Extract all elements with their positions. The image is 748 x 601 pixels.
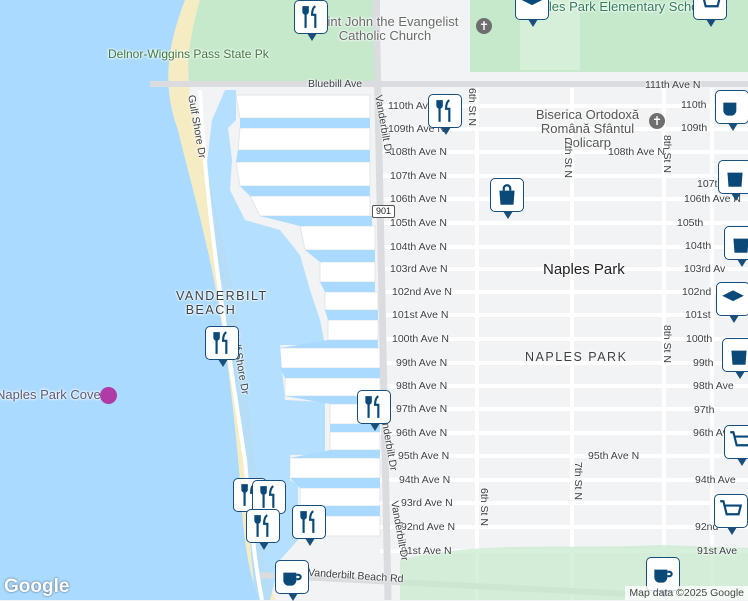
99th-label-east: 99th [693, 357, 714, 369]
restaurant-icon [365, 395, 380, 418]
restaurant-icon [254, 514, 269, 537]
restaurant-icon [436, 99, 451, 122]
110th-label-east: 110th [681, 99, 707, 111]
school-icon [521, 0, 543, 6]
93rd-label: 93rd Ave N [401, 497, 453, 509]
shopping-cart-pin-east[interactable] [724, 425, 748, 466]
104th-label-east: 104th [685, 240, 712, 252]
route-shield: 901 [372, 205, 396, 218]
shopping-cart-pin[interactable] [693, 0, 727, 27]
restaurant-pin-cluster-4[interactable] [246, 509, 280, 550]
school-pin[interactable] [515, 0, 549, 27]
shopping-bag-pin-east[interactable] [718, 160, 748, 201]
restaurant-pin-cluster-3[interactable] [292, 505, 326, 546]
105th-label-east: 105th [677, 217, 704, 229]
96th-label: 96th Ave N [396, 427, 448, 439]
google-logo: Google [4, 576, 70, 597]
school-icon [722, 290, 744, 302]
shopping-bag-icon [733, 238, 748, 253]
shopping-cart-pin-east-2[interactable] [714, 494, 748, 535]
coffee-icon [654, 569, 673, 583]
92nd-label: 92nd Ave N [401, 521, 456, 533]
restaurant-icon [300, 510, 315, 533]
shopping-bag-pin-east-3[interactable] [722, 338, 748, 379]
church-icon: ✝ [476, 18, 492, 34]
99th-label: 99th Ave N [396, 357, 448, 369]
restaurant-pin[interactable] [294, 0, 328, 41]
108th-label: 108th Ave N [390, 146, 448, 158]
shopping-bag-pin-east-2[interactable] [724, 226, 748, 267]
6th-st-label: 6th St N [466, 88, 478, 126]
91st-label-east: 91st Ave [697, 545, 738, 557]
cove-icon [100, 387, 117, 404]
shopping-cart-icon [730, 431, 748, 447]
restaurant-icon [302, 5, 317, 28]
111th-label: 111th Ave N [645, 79, 701, 91]
98th-label-east: 98th Ave [693, 380, 734, 392]
102nd-label: 102nd Ave N [392, 286, 452, 298]
shopping-bag-icon [499, 184, 515, 205]
108th-label-2: 108th Ave N [608, 146, 666, 158]
shopping-bag-icon [727, 172, 743, 187]
97th-label-east: 97th [694, 404, 715, 416]
naples-park-label: Naples Park [543, 261, 625, 278]
97th-label: 97th Ave N [396, 403, 448, 415]
94th-label-east: 94th Ave [695, 474, 736, 486]
map-attribution[interactable]: Map data ©2025 Google [625, 586, 748, 600]
restaurant-pin-110th[interactable] [428, 94, 462, 135]
100th-label-east: 100th [686, 333, 713, 345]
107th-label: 107th Ave N [390, 170, 448, 182]
shopping-bag-icon [731, 350, 747, 365]
104th-label: 104th Ave N [390, 241, 448, 253]
8th-st-label-2: 8th St N [661, 325, 673, 363]
7th-st-label-2: 7th St N [572, 462, 584, 500]
naples-park-area-label: NAPLES PARK [525, 350, 628, 364]
state-park-label[interactable]: Delnor-Wiggins Pass State Pk [108, 48, 269, 61]
coffee-pin-east[interactable] [715, 90, 748, 131]
bluebill-label: Bluebill Ave [308, 78, 363, 90]
orthodox-church-icon: ✝ [649, 113, 665, 129]
100th-label: 100th Ave N [392, 333, 450, 345]
101st-label: 101st Ave N [392, 309, 449, 321]
restaurant-icon [213, 331, 228, 354]
coffee-icon [283, 572, 302, 586]
coffee-icon [723, 102, 737, 116]
106th-label: 106th Ave N [390, 193, 448, 205]
95th-label-2: 95th Ave N [588, 450, 640, 462]
98th-label: 98th Ave N [396, 380, 448, 392]
103rd-label-east: 103rd Av [684, 263, 726, 275]
94th-label: 94th Ave N [399, 474, 451, 486]
vanderbilt-beach-label: VANDERBILT BEACH [176, 289, 268, 317]
101st-label-east: 101st [685, 309, 711, 321]
95th-label: 95th Ave N [398, 450, 450, 462]
restaurant-icon [260, 485, 275, 508]
105th-label: 105th Ave N [390, 217, 448, 229]
shopping-cart-icon [702, 0, 721, 8]
103rd-label: 103rd Ave N [390, 263, 448, 275]
school-pin-east[interactable] [716, 282, 748, 323]
6th-st-label-2: 6th St N [478, 488, 490, 526]
school-label[interactable]: Naples Park Elementary School [525, 0, 709, 14]
8th-st-label: 8th St N [661, 135, 673, 173]
102nd-label-east: 102nd [682, 286, 712, 298]
restaurant-pin-97th[interactable] [357, 390, 391, 431]
cove-label[interactable]: Naples Park Cove [0, 387, 101, 402]
shopping-cart-icon [720, 500, 743, 516]
coffee-pin[interactable] [275, 560, 309, 601]
restaurant-pin-beach[interactable] [205, 326, 239, 367]
shopping-bag-pin[interactable] [490, 178, 524, 219]
109th-label-east: 109th [681, 122, 708, 134]
map-canvas[interactable] [0, 0, 748, 600]
7th-st-label: 7th St N [562, 140, 574, 178]
orthodox-label[interactable]: Biserica Ortodoxă Română Sfântul Policar… [530, 108, 645, 150]
